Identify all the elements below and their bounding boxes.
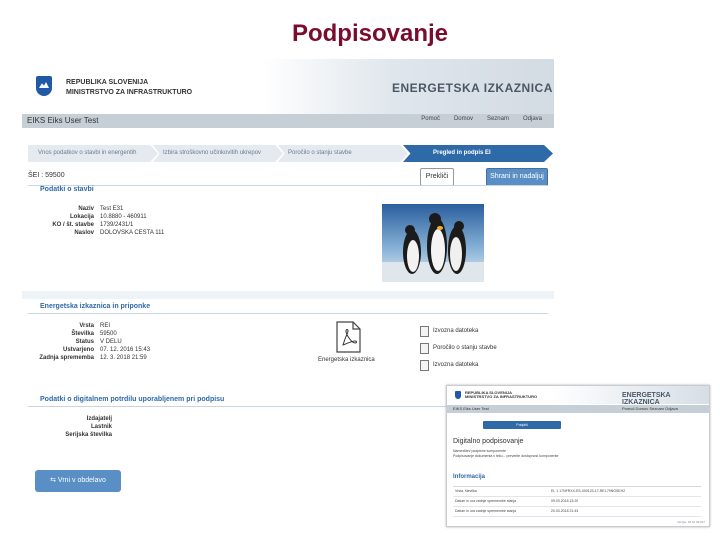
table-row: Datum in ura zadnje spremembe stanja 20.0… <box>453 507 701 517</box>
ministry-line-1: REPUBLIKA SLOVENIJA <box>66 79 149 86</box>
table-row: Datum in ura zadnje spremembe stanja 09.0… <box>453 497 701 507</box>
pdf-caption: Energetska izkaznica <box>318 357 375 363</box>
building-row: KO / št. stavbe 1739/2431/1 <box>52 222 134 228</box>
table-row: Vrsta, številka EI, 1 17NFRXX-ES-000123-1… <box>453 487 701 497</box>
certificate-row: Status V DELU <box>75 339 122 345</box>
inset-brand: ENERGETSKA IZKAZNICA <box>622 392 671 406</box>
signing-inset-screenshot: REPUBLIKA SLOVENIJA MINISTRSTVO ZA INFRA… <box>446 385 710 527</box>
signature-row: Lastnik <box>90 424 112 430</box>
inset-links[interactable]: Pomoč Domov Seznam Odjava <box>622 406 678 411</box>
user-name[interactable]: EIKS Eiks User Test <box>27 116 98 125</box>
divider <box>28 185 548 186</box>
divider <box>28 406 448 407</box>
inset-ministry: REPUBLIKA SLOVENIJA MINISTRSTVO ZA INFRA… <box>465 390 538 399</box>
building-section-title: Podatki o stavbi <box>40 186 94 193</box>
coat-of-arms-icon <box>455 391 461 399</box>
step-measures[interactable]: Izbira stroškovno učinkovitih ukrepov <box>153 145 283 162</box>
file-icon <box>420 360 429 371</box>
inset-text: Namestitev podpisne komponente Podpisova… <box>453 449 559 458</box>
top-links: Pomoč Domov Seznam Odjava <box>421 116 542 122</box>
cancel-button[interactable]: Prekliči <box>420 168 454 186</box>
user-bar: EIKS Eiks User Test Pomoč Domov Seznam O… <box>22 114 554 128</box>
attachment-item[interactable]: Izvozna datoteka <box>420 323 497 340</box>
return-icon: ⇆ <box>50 477 58 484</box>
building-row: Naziv Test E31 <box>78 206 124 212</box>
inset-info-title: Informacija <box>453 474 486 480</box>
app-header: REPUBLIKA SLOVENIJA MINISTRSTVO ZA INFRA… <box>22 59 554 114</box>
coat-of-arms-icon <box>36 76 52 96</box>
inset-sign-button[interactable]: Podpiši <box>483 421 561 429</box>
inset-user[interactable]: EIKS Eiks User Test <box>453 406 489 411</box>
signature-fields: Izdajatelj Lastnik Serijska številka <box>40 415 118 439</box>
certificate-row: Ustvarjeno 07. 12. 2016 15:43 <box>62 347 151 353</box>
building-fields: Naziv Test E31 Lokacija 10.8880 - 460911 K… <box>22 205 164 237</box>
attachment-list: Izvozna datoteka Poročilo o stanju stavb… <box>420 323 497 374</box>
step-review-sign[interactable]: Pregled in podpis EI <box>403 145 553 162</box>
certificate-fields: Vrsta REI Številka 59500 Status V DELU Ustv… <box>22 322 150 362</box>
ei-number: ŠEI : 59500 <box>28 172 65 179</box>
attachment-item[interactable]: Izvozna datoteka <box>420 357 497 374</box>
building-photo <box>382 204 484 282</box>
signature-row: Serijska številka <box>65 432 112 438</box>
return-to-edit-button[interactable]: ⇆ Vrni v obdelavo <box>35 470 121 492</box>
ministry-line-2: MINISTRSTVO ZA INFRASTRUKTURO <box>66 89 193 96</box>
signature-section-title: Podatki o digitalnem potrdilu uporabljen… <box>40 396 225 403</box>
inset-user-bar: EIKS Eiks User Test Pomoč Domov Seznam O… <box>447 405 709 413</box>
attachment-item[interactable]: Poročilo o stanju stavbe <box>420 340 497 357</box>
home-link[interactable]: Domov <box>454 116 473 122</box>
step-report[interactable]: Poročilo o stanju stavbe <box>278 145 408 162</box>
wizard-steps: Vnos podatkov o stavbi in energentih Izb… <box>28 145 553 162</box>
step-building-data[interactable]: Vnos podatkov o stavbi in energentih <box>28 145 158 162</box>
file-icon <box>420 343 429 354</box>
building-row: Lokacija 10.8880 - 460911 <box>69 214 147 220</box>
inset-title: Digitalno podpisovanje <box>453 438 524 445</box>
certificate-section-title: Energetska izkaznica in priponke <box>40 303 151 310</box>
help-link[interactable]: Pomoč <box>421 116 440 122</box>
app-brand: ENERGETSKA IZKAZNICA <box>392 81 553 95</box>
certificate-row: Zadnja sprememba 12. 3. 2018 21:59 <box>39 355 147 361</box>
ministry-name: REPUBLIKA SLOVENIJA MINISTRSTVO ZA INFRA… <box>66 78 192 98</box>
certificate-row: Številka 59500 <box>71 331 117 337</box>
inset-header: REPUBLIKA SLOVENIJA MINISTRSTVO ZA INFRA… <box>447 386 709 406</box>
logout-link[interactable]: Odjava <box>523 116 542 122</box>
section-separator <box>22 291 554 299</box>
slide-title: Podpisovanje <box>291 20 449 47</box>
pdf-icon[interactable] <box>335 321 361 353</box>
inset-info-table: Vrsta, številka EI, 1 17NFRXX-ES-000123-1… <box>453 486 701 517</box>
certificate-row: Vrsta REI <box>79 323 111 329</box>
inset-footer: Verzija: 18.01.09.INT <box>676 520 705 524</box>
save-continue-button[interactable]: Shrani in nadaljuj <box>486 168 548 186</box>
divider <box>28 313 548 314</box>
list-link[interactable]: Seznam <box>487 116 509 122</box>
file-icon <box>420 326 429 337</box>
signature-row: Izdajatelj <box>86 416 112 422</box>
building-row: Naslov DOLOVSKA CESTA 111 <box>74 230 165 236</box>
